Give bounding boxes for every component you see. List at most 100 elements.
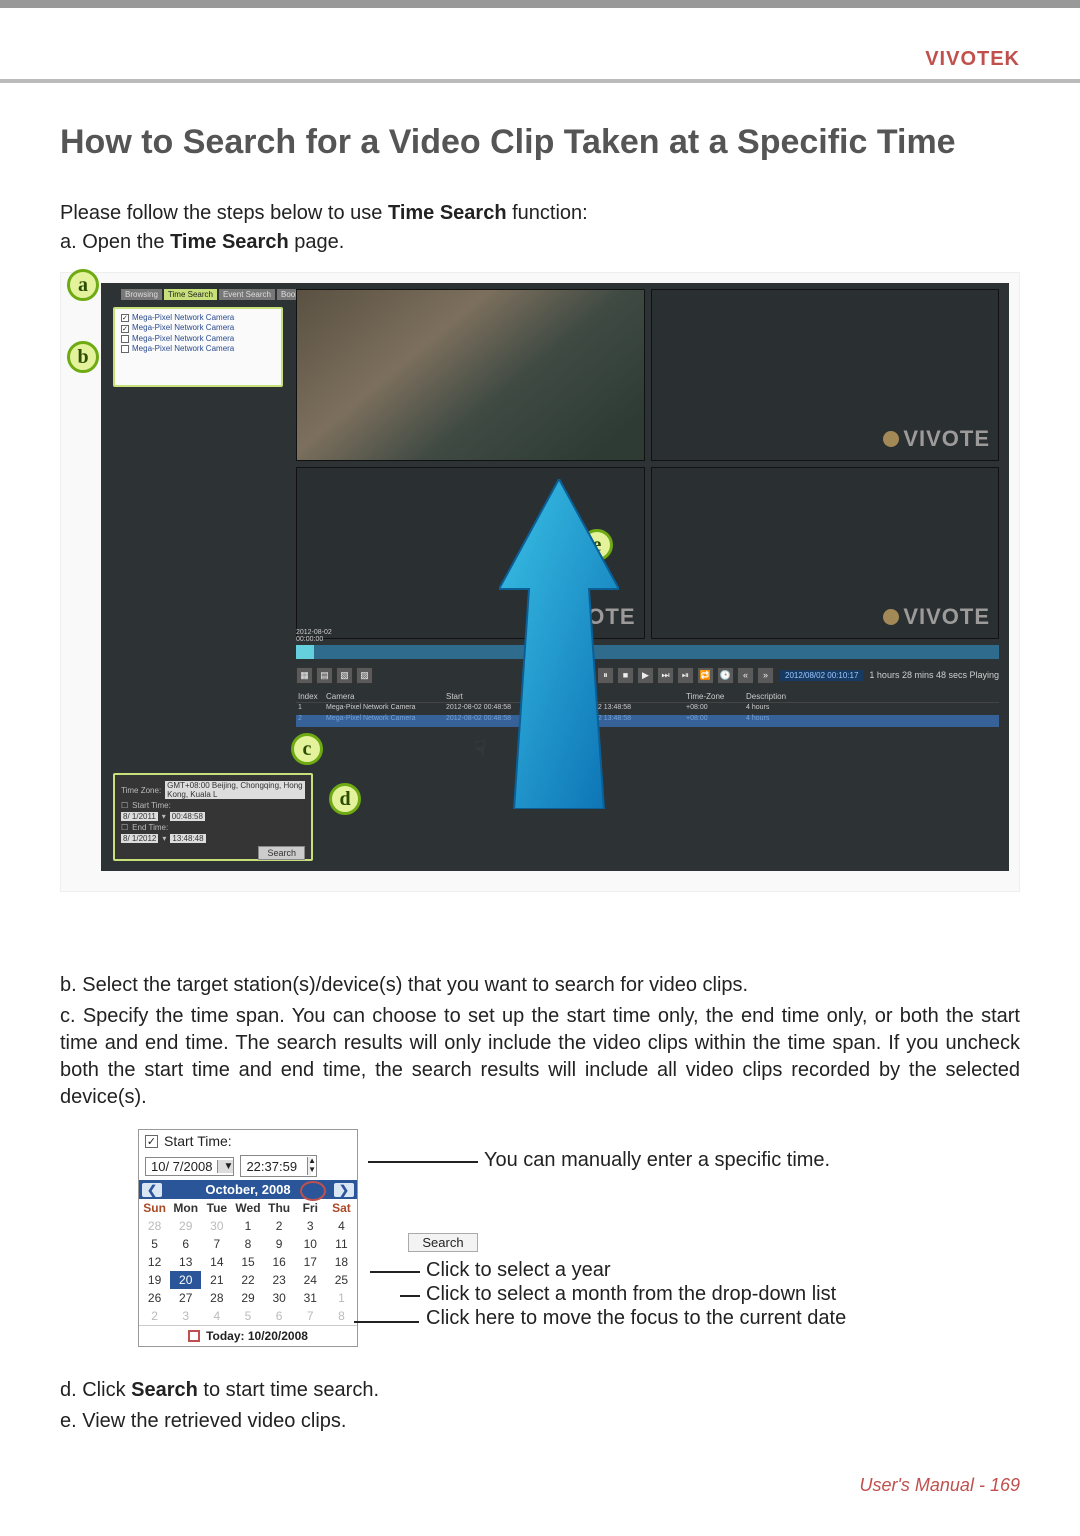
layout-btn-4[interactable]: ▨: [356, 667, 373, 684]
play-skip-fwd-icon[interactable]: ⏭: [657, 667, 674, 684]
end-time-field[interactable]: 13:48:48: [170, 834, 205, 843]
app-window: Browsing Time Search Event Search Bookma…: [101, 283, 1009, 871]
month-year-label[interactable]: October, 2008: [205, 1182, 290, 1197]
status-text: 1 hours 28 mins 48 secs Playing: [869, 670, 999, 680]
calendar-day[interactable]: 2: [139, 1307, 170, 1325]
calendar-day[interactable]: 5: [139, 1235, 170, 1253]
manual-page: VIVOTEK How to Search for a Video Clip T…: [0, 0, 1080, 1536]
calendar-grid: SunMonTueWedThuFriSat2829301234567891011…: [139, 1199, 357, 1325]
tab-event-search[interactable]: Event Search: [219, 289, 275, 300]
search-button[interactable]: Search: [408, 1233, 478, 1252]
play-rewind-icon[interactable]: ◀: [577, 667, 594, 684]
calendar-day-header: Sun: [139, 1199, 170, 1217]
annot-month: Click to select a month from the drop-do…: [426, 1283, 836, 1306]
calendar-day[interactable]: 24: [295, 1271, 326, 1289]
app-screenshot: Browsing Time Search Event Search Bookma…: [60, 272, 1020, 892]
video-quadrant[interactable]: VIVOTE: [651, 467, 1000, 639]
tab-time-search[interactable]: Time Search: [164, 289, 217, 300]
calendar-day[interactable]: 23: [264, 1271, 295, 1289]
calendar-day[interactable]: 3: [170, 1307, 201, 1325]
video-quadrant[interactable]: [296, 289, 645, 461]
calendar-day[interactable]: 28: [201, 1289, 232, 1307]
layout-btn-3[interactable]: ▧: [336, 667, 353, 684]
calendar-day-header: Wed: [232, 1199, 263, 1217]
checkbox-icon[interactable]: [121, 325, 129, 333]
calendar-day[interactable]: 8: [232, 1235, 263, 1253]
video-grid: VIVOTE VIVOTE VIVOTE: [296, 289, 999, 639]
calendar-day[interactable]: 29: [170, 1217, 201, 1235]
calendar-day[interactable]: 13: [170, 1253, 201, 1271]
calendar-day[interactable]: 27: [170, 1289, 201, 1307]
checkbox-icon[interactable]: [121, 345, 129, 353]
start-date-field[interactable]: 8/ 1/2011: [121, 812, 158, 821]
next-month-icon[interactable]: ❯: [334, 1183, 354, 1197]
timeline-bar[interactable]: [296, 645, 999, 659]
date-dropdown[interactable]: 10/ 7/2008 ▼: [145, 1157, 234, 1176]
time-spinner[interactable]: 22:37:59 ▲▼: [240, 1155, 317, 1177]
device-tree[interactable]: Mega-Pixel Network Camera Mega-Pixel Net…: [113, 307, 283, 387]
play-play-icon[interactable]: ▶: [637, 667, 654, 684]
play-stop-icon[interactable]: ■: [617, 667, 634, 684]
play-clock-icon[interactable]: 🕒: [717, 667, 734, 684]
play-fast-back-icon[interactable]: «: [737, 667, 754, 684]
calendar-day[interactable]: 4: [201, 1307, 232, 1325]
calendar-day[interactable]: 9: [264, 1235, 295, 1253]
chevron-down-icon[interactable]: ▼: [217, 1160, 233, 1173]
annot-manual-time: You can manually enter a specific time.: [484, 1149, 830, 1172]
play-pause-icon[interactable]: ⏸: [597, 667, 614, 684]
calendar-day[interactable]: 10: [295, 1235, 326, 1253]
calendar-day[interactable]: 6: [264, 1307, 295, 1325]
start-time-checkbox[interactable]: ✓: [145, 1135, 158, 1148]
step-a-text: a. Open the Time Search page.: [60, 231, 1020, 254]
calendar-day[interactable]: 18: [326, 1253, 357, 1271]
prev-month-icon[interactable]: ❮: [142, 1183, 162, 1197]
calendar-day[interactable]: 17: [295, 1253, 326, 1271]
layout-btn-2[interactable]: ▤: [316, 667, 333, 684]
calendar-day[interactable]: 5: [232, 1307, 263, 1325]
play-fast-fwd-icon[interactable]: »: [757, 667, 774, 684]
calendar-day[interactable]: 19: [139, 1271, 170, 1289]
spinner-down-icon[interactable]: ▼: [307, 1166, 311, 1175]
calendar-day[interactable]: 26: [139, 1289, 170, 1307]
calendar-day[interactable]: 30: [201, 1217, 232, 1235]
play-next-icon[interactable]: ⏯: [677, 667, 694, 684]
intro-line: Please follow the steps below to use Tim…: [60, 202, 1020, 225]
start-time-field[interactable]: 00:48:58: [170, 812, 205, 821]
play-loop-icon[interactable]: 🔁: [697, 667, 714, 684]
today-row[interactable]: Today: 10/20/2008: [139, 1325, 357, 1346]
calendar-day[interactable]: 8: [326, 1307, 357, 1325]
calendar-day[interactable]: 3: [295, 1217, 326, 1235]
calendar-day[interactable]: 30: [264, 1289, 295, 1307]
playback-row: ▦ ▤ ▧ ▨ ⏮ ◀ ⏸ ■ ▶ ⏭: [296, 665, 999, 685]
calendar-day[interactable]: 12: [139, 1253, 170, 1271]
calendar-day[interactable]: 16: [264, 1253, 295, 1271]
layout-btn-1[interactable]: ▦: [296, 667, 313, 684]
play-controls: ⏮ ◀ ⏸ ■ ▶ ⏭ ⏯ 🔁 🕒 « »: [557, 667, 774, 684]
calendar-day[interactable]: 4: [326, 1217, 357, 1235]
calendar-day[interactable]: 7: [295, 1307, 326, 1325]
calendar-day[interactable]: 25: [326, 1271, 357, 1289]
calendar-day[interactable]: 31: [295, 1289, 326, 1307]
calendar-day[interactable]: 15: [232, 1253, 263, 1271]
checkbox-icon[interactable]: [121, 335, 129, 343]
calendar-day[interactable]: 2: [264, 1217, 295, 1235]
calendar-day[interactable]: 29: [232, 1289, 263, 1307]
calendar-day[interactable]: 11: [326, 1235, 357, 1253]
calendar-day[interactable]: 20: [170, 1271, 201, 1289]
checkbox-icon[interactable]: [121, 314, 129, 322]
calendar-day[interactable]: 1: [232, 1217, 263, 1235]
end-date-field[interactable]: 8/ 1/2012: [121, 834, 158, 843]
calendar-day[interactable]: 7: [201, 1235, 232, 1253]
calendar-day[interactable]: 6: [170, 1235, 201, 1253]
play-skip-back-icon[interactable]: ⏮: [557, 667, 574, 684]
calendar-day[interactable]: 22: [232, 1271, 263, 1289]
calendar-day[interactable]: 14: [201, 1253, 232, 1271]
calendar-day[interactable]: 21: [201, 1271, 232, 1289]
search-button[interactable]: Search: [258, 846, 305, 860]
video-quadrant[interactable]: VIVOTE: [651, 289, 1000, 461]
calendar-day[interactable]: 1: [326, 1289, 357, 1307]
clock-badge: 2012/08/02 00:10:17: [780, 670, 863, 681]
timezone-dropdown[interactable]: GMT+08:00 Beijing, Chongqing, Hong Kong,…: [165, 781, 305, 799]
tab-browsing[interactable]: Browsing: [121, 289, 162, 300]
calendar-day[interactable]: 28: [139, 1217, 170, 1235]
